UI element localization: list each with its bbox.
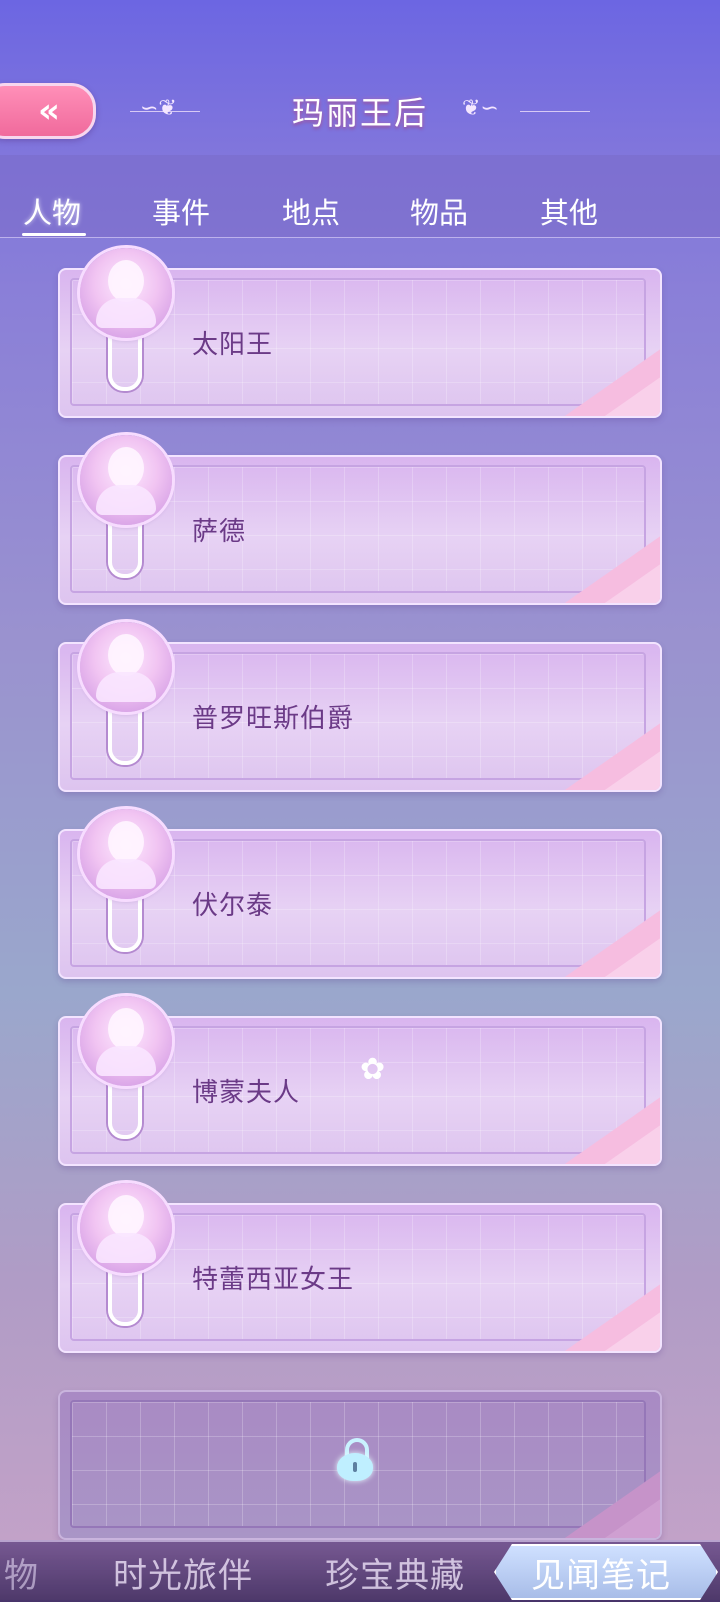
silhouette-head (108, 1008, 144, 1050)
character-portrait-icon (80, 622, 172, 765)
card-corner-ribbon (602, 1311, 660, 1351)
silhouette-head (108, 260, 144, 302)
card-corner-ribbon (602, 376, 660, 416)
swirl-ornament-icon: ❦∽ (462, 96, 499, 121)
bottom-nav-partial-label: 物 (4, 1556, 38, 1596)
character-name: 特蕾西亚女王 (192, 1265, 355, 1295)
heart-lock-icon (335, 1438, 375, 1482)
silhouette-shoulders (96, 298, 156, 328)
character-portrait-icon (80, 809, 172, 952)
silhouette-head (108, 1195, 144, 1237)
character-portrait-icon (80, 996, 172, 1139)
character-name: 太阳王 (192, 330, 274, 360)
silhouette-shoulders (96, 672, 156, 702)
bottom-tab-notes[interactable]: 见闻笔记 (531, 1548, 671, 1597)
silhouette-head (108, 634, 144, 676)
bottom-tab-treasures[interactable]: 珍宝典藏 (325, 1548, 465, 1597)
character-name: 伏尔泰 (192, 891, 274, 921)
card-corner-ribbon (602, 563, 660, 603)
card-corner-ribbon (602, 937, 660, 977)
lock-keyhole (353, 1462, 357, 1472)
silhouette-shoulders (96, 1233, 156, 1263)
silhouette-shoulders (96, 1046, 156, 1076)
locked-character-card[interactable] (58, 1390, 662, 1540)
sparkle-icon: ✿ (360, 1052, 386, 1087)
silhouette-head (108, 821, 144, 863)
character-name: 萨德 (192, 517, 247, 547)
character-name: 普罗旺斯伯爵 (192, 704, 355, 734)
silhouette-head (108, 447, 144, 489)
tab-characters[interactable]: 人物 (7, 190, 97, 232)
character-name: 博蒙夫人 (192, 1078, 301, 1108)
character-portrait-icon (80, 435, 172, 578)
title-ornament-line-right (520, 111, 590, 112)
tab-places[interactable]: 地点 (266, 190, 356, 232)
bottom-nav-partial-tab[interactable]: 物 (4, 1548, 38, 1597)
character-portrait-icon (80, 1183, 172, 1326)
character-portrait-icon (80, 248, 172, 391)
card-corner-ribbon (602, 750, 660, 790)
page-title: 玛丽王后 (291, 94, 428, 132)
card-corner-ribbon (602, 1124, 660, 1164)
silhouette-shoulders (96, 485, 156, 515)
card-corner-ribbon (602, 1498, 660, 1538)
tab-events[interactable]: 事件 (136, 190, 226, 232)
silhouette-shoulders (96, 859, 156, 889)
tab-others[interactable]: 其他 (524, 190, 614, 232)
tab-items[interactable]: 物品 (394, 190, 484, 232)
bottom-tab-companions[interactable]: 时光旅伴 (113, 1548, 253, 1597)
active-tab-indicator (22, 233, 86, 236)
